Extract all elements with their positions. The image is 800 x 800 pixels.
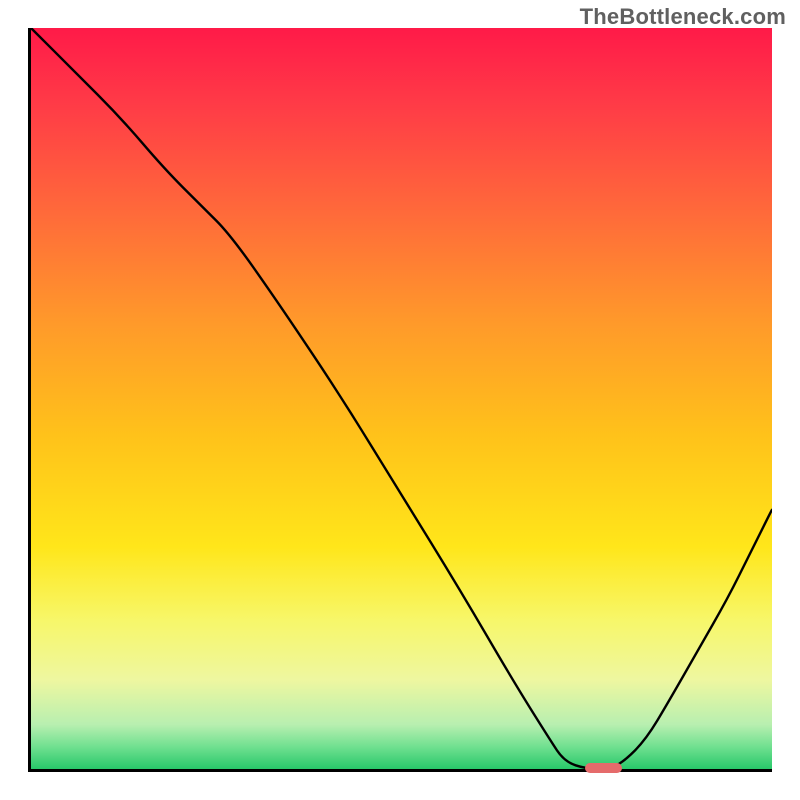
plot-frame (28, 28, 772, 772)
watermark-text: TheBottleneck.com (580, 4, 786, 30)
gradient-background (31, 28, 772, 769)
optimum-marker (585, 763, 622, 773)
plot-area (31, 28, 772, 769)
